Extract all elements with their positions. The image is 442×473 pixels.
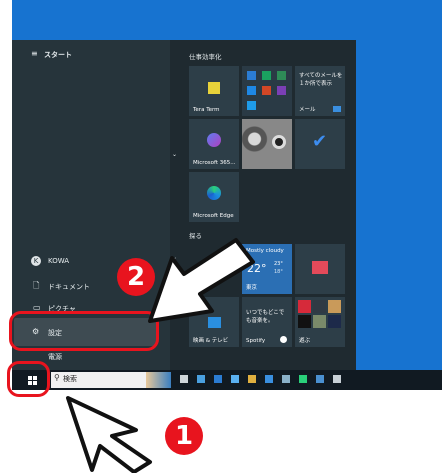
step-1-badge: 1 bbox=[165, 417, 203, 455]
screenshot: ≡ スタート K KOWA 🗋 ドキュメント ▭ ピクチャ ⚙ 設定 電源 ⌄ … bbox=[0, 0, 442, 473]
callout-arrows bbox=[66, 238, 255, 473]
arrow-to-start bbox=[66, 396, 152, 473]
arrow-to-settings bbox=[148, 238, 255, 323]
step-2-badge: 2 bbox=[117, 258, 155, 296]
